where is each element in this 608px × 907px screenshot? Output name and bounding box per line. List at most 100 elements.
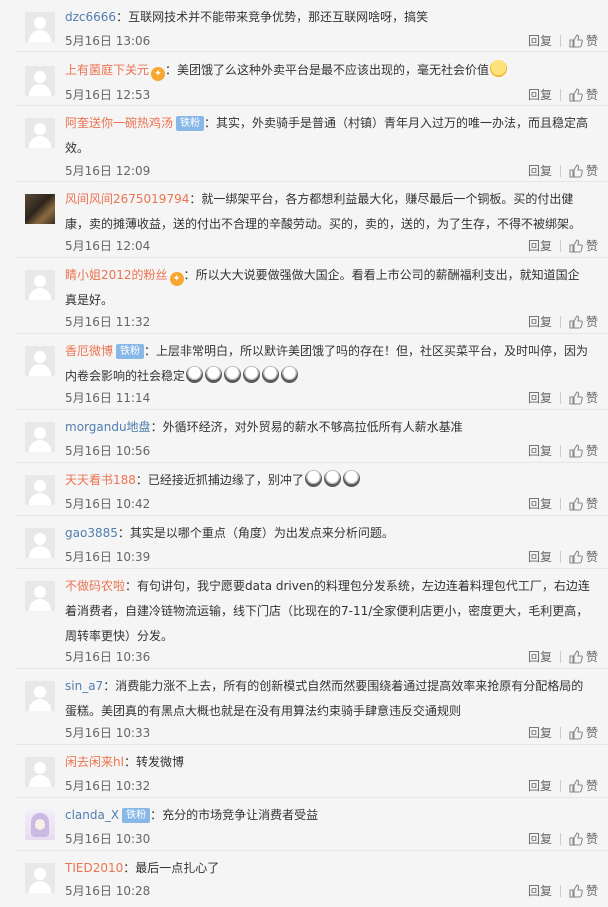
like-button[interactable]: 赞: [569, 777, 598, 794]
reply-button[interactable]: 回复: [528, 389, 552, 406]
like-button[interactable]: 赞: [569, 237, 598, 254]
fan-badge: 铁粉: [176, 116, 205, 131]
comment-item: 阿奎送你一碗热鸡汤 铁粉 ：其实，外卖骑手是普通（村镇）青年月入过万的唯一办法，而且…: [15, 106, 608, 182]
like-button[interactable]: 赞: [569, 442, 598, 459]
thumbs-up-icon: [569, 33, 583, 48]
comment-text: 上有菌庭下关元 ✦ ：美团饿了么这种外卖平台是最不应该出现的，毫无社会价值: [65, 58, 590, 83]
comment-time: 5月16日 10:39: [65, 550, 151, 564]
reply-button[interactable]: 回复: [528, 495, 552, 512]
emoji-icon: [323, 470, 341, 487]
reply-button[interactable]: 回复: [528, 237, 552, 254]
reply-button[interactable]: 回复: [528, 724, 552, 741]
reply-button[interactable]: 回复: [528, 548, 552, 565]
fan-badge: 铁粉: [116, 344, 145, 359]
avatar[interactable]: [25, 194, 55, 224]
avatar[interactable]: [25, 681, 55, 711]
comment-time: 5月16日 10:56: [65, 444, 151, 458]
username-link[interactable]: sin_a7: [65, 679, 103, 693]
reply-button[interactable]: 回复: [528, 648, 552, 665]
emoji-icon: [205, 366, 223, 383]
emoji-icon: [342, 470, 360, 487]
comment-time: 5月16日 10:28: [65, 884, 151, 898]
avatar[interactable]: [25, 810, 55, 840]
reply-button[interactable]: 回复: [528, 777, 552, 794]
comment-list: dzc6666：互联网技术并不能带来竞争优势，那还互联网啥呀，搞笑 5月16日 …: [15, 0, 608, 907]
avatar[interactable]: [25, 581, 55, 611]
comment-actions: 回复 赞: [528, 495, 598, 512]
divider: [559, 550, 561, 563]
username-link[interactable]: clanda_X: [65, 808, 119, 822]
thumbs-up-icon: [569, 725, 583, 740]
like-button[interactable]: 赞: [569, 648, 598, 665]
username-link[interactable]: 阿奎送你一碗热鸡汤: [65, 116, 173, 130]
comment-item: 天天看书188：已经接近抓捕边缘了，别冲了 5月16日 10:42 回复 赞: [15, 463, 608, 516]
like-button[interactable]: 赞: [569, 548, 598, 565]
like-button[interactable]: 赞: [569, 162, 598, 179]
reply-button[interactable]: 回复: [528, 313, 552, 330]
reply-button[interactable]: 回复: [528, 86, 552, 103]
avatar[interactable]: [25, 863, 55, 893]
like-button[interactable]: 赞: [569, 830, 598, 847]
comment-actions: 回复 赞: [528, 237, 598, 254]
thumbs-up-icon: [569, 883, 583, 898]
thumbs-up-icon: [569, 831, 583, 846]
comment-text: clanda_X 铁粉 ：充分的市场竞争让消费者受益: [65, 808, 319, 823]
like-button[interactable]: 赞: [569, 495, 598, 512]
comment-actions: 回复 赞: [528, 882, 598, 899]
comment-time: 5月16日 10:36: [65, 650, 151, 664]
username-link[interactable]: 不做码农啦: [65, 579, 125, 593]
reply-button[interactable]: 回复: [528, 442, 552, 459]
avatar[interactable]: [25, 66, 55, 96]
like-button[interactable]: 赞: [569, 882, 598, 899]
emoji-icon: [243, 366, 261, 383]
like-button[interactable]: 赞: [569, 313, 598, 330]
thumbs-up-icon: [569, 443, 583, 458]
avatar[interactable]: [25, 757, 55, 787]
comment-actions: 回复 赞: [528, 32, 598, 49]
reply-button[interactable]: 回复: [528, 162, 552, 179]
avatar[interactable]: [25, 12, 55, 42]
like-button[interactable]: 赞: [569, 724, 598, 741]
like-button[interactable]: 赞: [569, 86, 598, 103]
username-link[interactable]: 香厄微博: [65, 344, 113, 358]
comment-item: clanda_X 铁粉 ：充分的市场竞争让消费者受益 5月16日 10:30 回复 …: [15, 798, 608, 851]
avatar[interactable]: [25, 528, 55, 558]
username-link[interactable]: dzc6666: [65, 10, 116, 24]
thumbs-up-icon: [569, 549, 583, 564]
avatar[interactable]: [25, 475, 55, 505]
avatar[interactable]: [25, 346, 55, 376]
avatar[interactable]: [25, 118, 55, 148]
comment-actions: 回复 赞: [528, 442, 598, 459]
username-link[interactable]: 睛小姐2012的粉丝: [65, 268, 168, 282]
username-link[interactable]: 风间风间2675019794: [65, 192, 189, 206]
comment-text: 阿奎送你一碗热鸡汤 铁粉 ：其实，外卖骑手是普通（村镇）青年月入过万的唯一办法，而且…: [65, 116, 589, 155]
username-link[interactable]: gao3885: [65, 526, 118, 540]
comment-item: morgandu地盘：外循环经济，对外贸易的薪水不够高拉低所有人薪水基准 5月1…: [15, 410, 608, 463]
like-button[interactable]: 赞: [569, 32, 598, 49]
username-link[interactable]: 上有菌庭下关元: [65, 63, 149, 77]
reply-button[interactable]: 回复: [528, 882, 552, 899]
username-link[interactable]: TIED2010: [65, 861, 123, 875]
thumbs-up-icon: [569, 390, 583, 405]
vip-badge-icon: ✦: [151, 67, 166, 81]
reply-button[interactable]: 回复: [528, 830, 552, 847]
avatar[interactable]: [25, 270, 55, 300]
divider: [559, 497, 561, 510]
comment-text: morgandu地盘：外循环经济，对外贸易的薪水不够高拉低所有人薪水基准: [65, 420, 463, 434]
thumbs-up-icon: [569, 87, 583, 102]
comment-actions: 回复 赞: [528, 162, 598, 179]
comment-text: 睛小姐2012的粉丝 ✦ ：所以大大说要做强做大国企。看看上市公司的薪酬福利支出，就…: [65, 268, 580, 307]
username-link[interactable]: morgandu地盘: [65, 420, 151, 434]
comment-time: 5月16日 12:04: [65, 239, 151, 253]
username-link[interactable]: 天天看书188: [65, 473, 136, 487]
username-link[interactable]: 闲去闲来hl: [65, 755, 124, 769]
like-button[interactable]: 赞: [569, 389, 598, 406]
comment-item: sin_a7：消费能力涨不上去，所有的创新模式自然而然要围绕着通过提高效率来抢原…: [15, 669, 608, 745]
comment-item: TIED2010：最后一点扎心了 5月16日 10:28 回复 赞: [15, 851, 608, 907]
divider: [559, 726, 561, 739]
avatar[interactable]: [25, 422, 55, 452]
comment-time: 5月16日 12:53: [65, 88, 151, 102]
divider: [559, 832, 561, 845]
reply-button[interactable]: 回复: [528, 32, 552, 49]
divider: [559, 315, 561, 328]
